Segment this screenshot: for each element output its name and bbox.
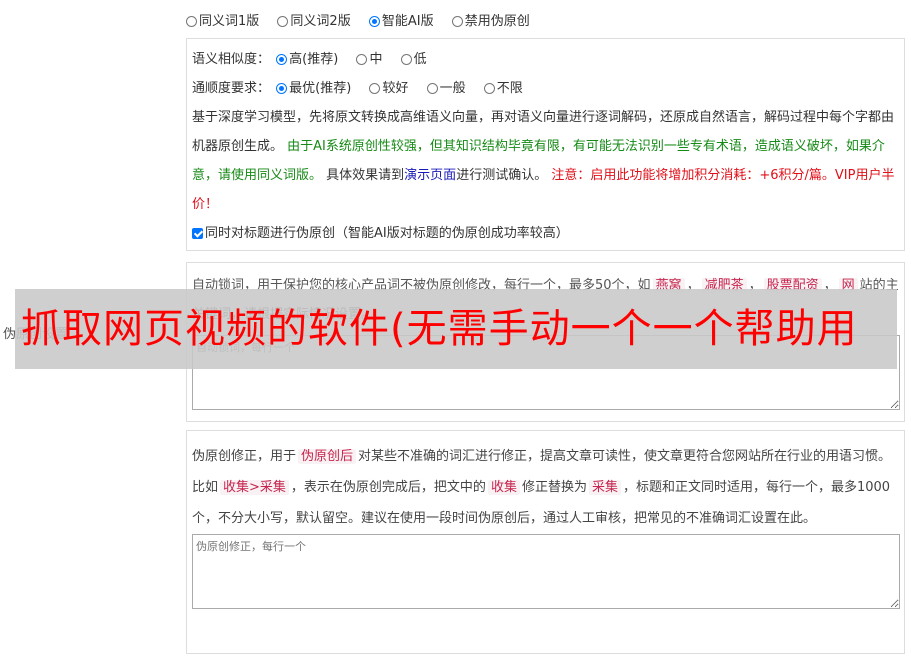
similarity-label: 语义相似度：	[192, 52, 271, 67]
test-suffix-text: 进行测试确认。	[456, 168, 548, 183]
similarity-option-low[interactable]: 低	[400, 45, 427, 74]
ai-settings-panel: 语义相似度： 高(推荐) 中 低 通顺度要求： 最优(推荐) 较好 一般 不限 …	[186, 38, 905, 251]
radio-selected-icon[interactable]	[368, 16, 380, 27]
fix-words-panel: 伪原创修正，用于 伪原创后 对某些不准确的词汇进行修正，提高文章可读性，使文章更符合…	[186, 430, 905, 654]
version-radio-group: 同义词1版 同义词2版 智能AI版 禁用伪原创	[186, 10, 544, 29]
fluency-option-best[interactable]: 最优(推荐)	[276, 74, 351, 103]
radio-icon[interactable]	[369, 83, 381, 94]
version-option-synonym-2[interactable]: 同义词2版	[277, 10, 351, 29]
code-tag: 收集>采集	[220, 480, 289, 495]
code-tag: 伪原创后	[298, 449, 357, 464]
title-checkbox-row[interactable]: 同时对标题进行伪原创（智能AI版对标题的伪原创成功率较高）	[192, 219, 899, 248]
similarity-row: 语义相似度： 高(推荐) 中 低	[192, 45, 899, 74]
radio-icon[interactable]	[451, 16, 463, 27]
fluency-row: 通顺度要求： 最优(推荐) 较好 一般 不限	[192, 74, 899, 103]
version-option-smart-ai[interactable]: 智能AI版	[368, 10, 434, 29]
fluency-label: 通顺度要求：	[192, 81, 271, 96]
demo-page-link[interactable]: 演示页面	[404, 168, 456, 183]
radio-icon[interactable]	[483, 83, 495, 94]
version-option-synonym-1[interactable]: 同义词1版	[186, 10, 259, 29]
radio-icon[interactable]	[400, 54, 412, 65]
test-prefix-text: 具体效果请到	[326, 168, 405, 183]
overlay-title-banner: 抓取网页视频的软件(无需手动一个一个帮助用	[15, 289, 897, 369]
radio-selected-icon[interactable]	[276, 83, 288, 94]
fluency-option-normal[interactable]: 一般	[426, 74, 466, 103]
fix-words-input[interactable]	[192, 534, 900, 609]
radio-icon[interactable]	[426, 83, 438, 94]
ai-description: 基于深度学习模型，先将原文转换成高维语义向量，再对语义向量进行逐词解码，还原成自…	[192, 103, 895, 219]
version-option-disable[interactable]: 禁用伪原创	[451, 10, 530, 29]
code-tag: 收集	[487, 480, 520, 495]
code-tag: 采集	[588, 480, 621, 495]
similarity-option-medium[interactable]: 中	[356, 45, 382, 74]
similarity-option-high[interactable]: 高(推荐)	[276, 45, 338, 74]
fluency-option-good[interactable]: 较好	[369, 74, 408, 103]
radio-selected-icon[interactable]	[276, 54, 288, 65]
fluency-option-unlimited[interactable]: 不限	[483, 74, 523, 103]
radio-icon[interactable]	[277, 16, 289, 27]
radio-icon[interactable]	[186, 16, 197, 27]
title-checkbox-label: 同时对标题进行伪原创（智能AI版对标题的伪原创成功率较高）	[205, 226, 569, 241]
checkbox-checked-icon[interactable]	[192, 228, 203, 239]
radio-icon[interactable]	[356, 54, 368, 65]
fix-words-description: 伪原创修正，用于 伪原创后 对某些不准确的词汇进行修正，提高文章可读性，使文章更符合…	[192, 449, 892, 526]
